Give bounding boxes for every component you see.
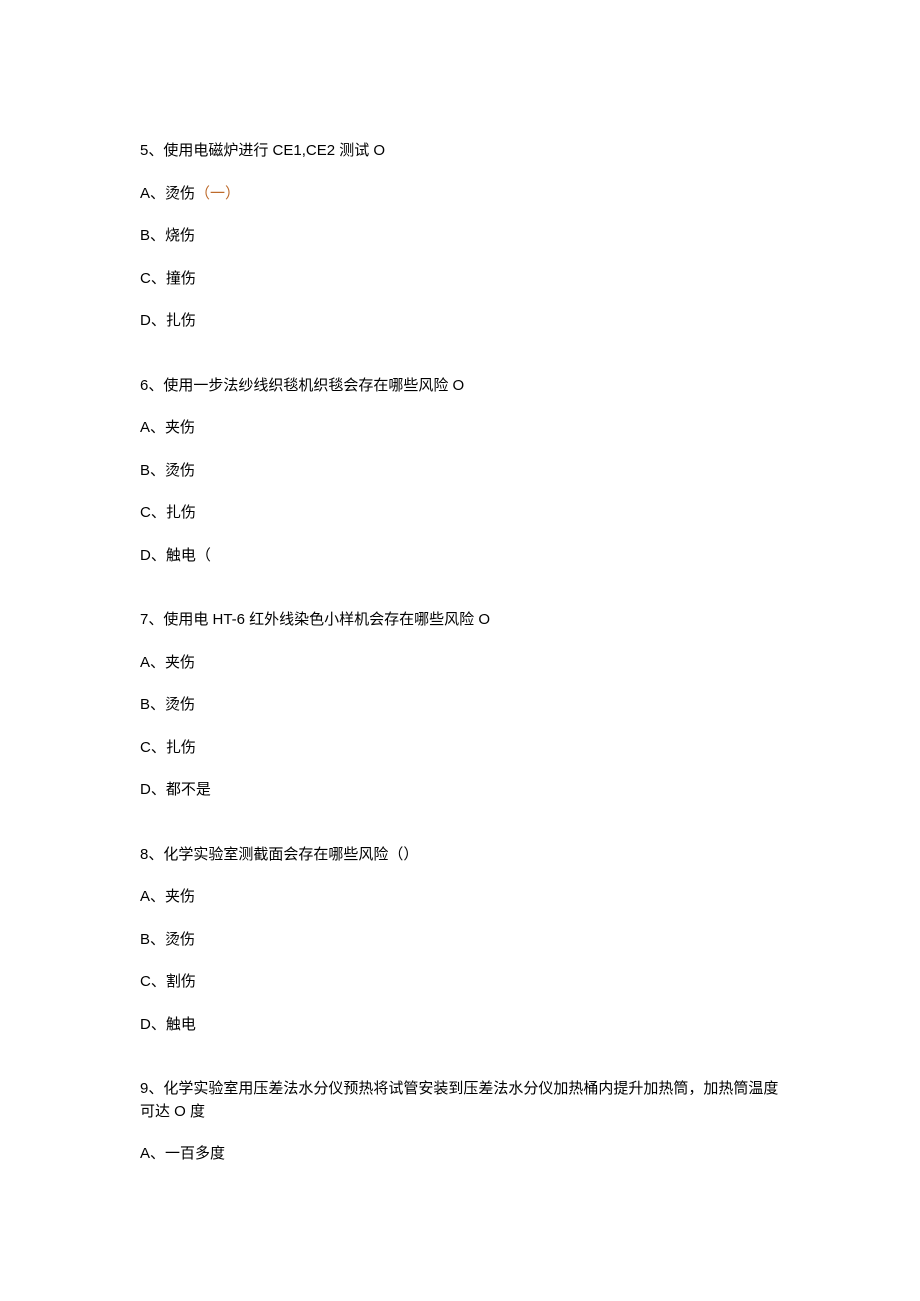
document-page: 5、使用电磁炉进行 CE1,CE2 测试 O A、烫伤（一） B、烧伤 C、撞伤… [0, 0, 920, 1301]
option-a: A、夹伤 [140, 886, 780, 909]
option-d: D、都不是 [140, 779, 780, 802]
option-a: A、夹伤 [140, 652, 780, 675]
question-stem: 9、化学实验室用压差法水分仪预热将试管安装到压差法水分仪加热桶内提升加热筒，加热… [140, 1078, 780, 1123]
option-text: A、烫伤 [140, 185, 195, 202]
option-c: C、割伤 [140, 971, 780, 994]
option-d: D、触电 [140, 1014, 780, 1037]
question-stem: 7、使用电 HT-6 红外线染色小样机会存在哪些风险 O [140, 609, 780, 632]
question-8: 8、化学实验室测截面会存在哪些风险（） A、夹伤 B、烫伤 C、割伤 D、触电 [140, 844, 780, 1037]
option-text: D、触电 [140, 1016, 196, 1033]
option-text: A、夹伤 [140, 419, 195, 436]
option-d: D、扎伤 [140, 310, 780, 333]
option-text: B、烫伤 [140, 462, 195, 479]
question-stem: 8、化学实验室测截面会存在哪些风险（） [140, 844, 780, 867]
option-text: B、烫伤 [140, 696, 195, 713]
question-stem: 5、使用电磁炉进行 CE1,CE2 测试 O [140, 140, 780, 163]
option-text: A、夹伤 [140, 654, 195, 671]
option-text: A、夹伤 [140, 888, 195, 905]
question-5: 5、使用电磁炉进行 CE1,CE2 测试 O A、烫伤（一） B、烧伤 C、撞伤… [140, 140, 780, 333]
option-text: B、烫伤 [140, 931, 195, 948]
option-text: C、扎伤 [140, 504, 196, 521]
question-7: 7、使用电 HT-6 红外线染色小样机会存在哪些风险 O A、夹伤 B、烫伤 C… [140, 609, 780, 802]
answer-mark: （一） [195, 185, 240, 202]
option-text: D、都不是 [140, 781, 211, 798]
option-text: C、撞伤 [140, 270, 196, 287]
option-c: C、扎伤 [140, 737, 780, 760]
option-text: B、烧伤 [140, 227, 195, 244]
option-d: D、触电（ [140, 545, 780, 568]
option-text: C、割伤 [140, 973, 196, 990]
option-b: B、烫伤 [140, 460, 780, 483]
option-text: A、一百多度 [140, 1145, 225, 1162]
question-stem: 6、使用一步法纱线织毯机织毯会存在哪些风险 O [140, 375, 780, 398]
option-b: B、烫伤 [140, 929, 780, 952]
option-c: C、撞伤 [140, 268, 780, 291]
option-a: A、烫伤（一） [140, 183, 780, 206]
question-6: 6、使用一步法纱线织毯机织毯会存在哪些风险 O A、夹伤 B、烫伤 C、扎伤 D… [140, 375, 780, 568]
option-c: C、扎伤 [140, 502, 780, 525]
option-text: C、扎伤 [140, 739, 196, 756]
question-9: 9、化学实验室用压差法水分仪预热将试管安装到压差法水分仪加热桶内提升加热筒，加热… [140, 1078, 780, 1166]
option-b: B、烧伤 [140, 225, 780, 248]
option-a: A、夹伤 [140, 417, 780, 440]
option-b: B、烫伤 [140, 694, 780, 717]
option-text: D、触电（ [140, 547, 211, 564]
option-text: D、扎伤 [140, 312, 196, 329]
option-a: A、一百多度 [140, 1143, 780, 1166]
